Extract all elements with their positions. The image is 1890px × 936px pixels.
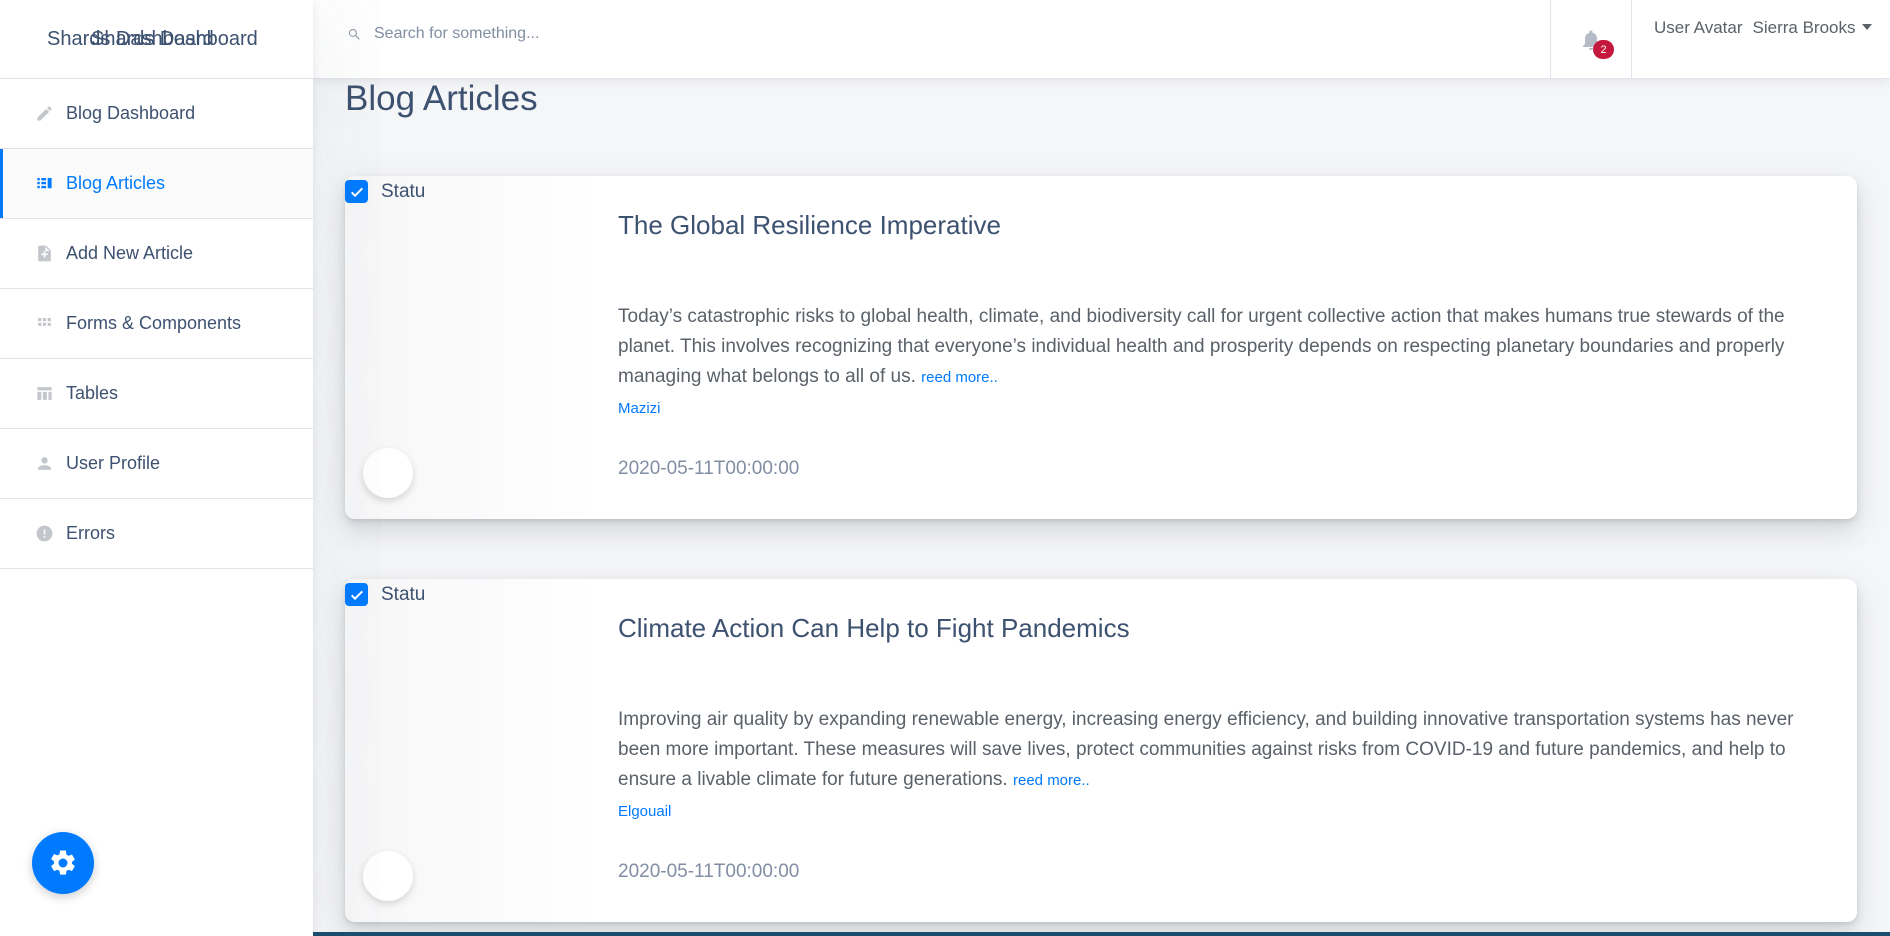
check-icon <box>350 187 363 197</box>
status-checkbox[interactable]: Statu <box>345 583 425 606</box>
note-add-icon <box>34 244 54 264</box>
sidebar-item-forms-components[interactable]: Forms & Components <box>0 289 313 359</box>
read-more-link[interactable]: reed more.. <box>921 369 998 386</box>
grid-icon <box>34 314 54 334</box>
status-label: Statu <box>381 180 426 202</box>
settings-button[interactable] <box>32 832 94 894</box>
sidebar-item-label: Add New Article <box>66 243 194 263</box>
article-excerpt: Today’s catastrophic risks to global hea… <box>618 302 1827 393</box>
person-icon <box>34 454 54 474</box>
article-excerpt-text: Today’s catastrophic risks to global hea… <box>618 306 1785 387</box>
chevron-down-icon <box>1861 24 1872 30</box>
article-excerpt-text: Improving air quality by expanding renew… <box>618 709 1794 790</box>
check-icon <box>350 590 363 600</box>
article-date: 2020-05-11T00:00:00 <box>618 861 800 882</box>
article-title[interactable]: Climate Action Can Help to Fight Pandemi… <box>618 613 1130 644</box>
sidebar: Shards Dashboard Shards Dashboard Blog D… <box>0 0 313 936</box>
top-navbar: 2 User Avatar Sierra Brooks <box>313 0 1890 79</box>
sidebar-item-label: Forms & Components <box>66 313 242 333</box>
articles-icon <box>34 174 54 194</box>
sidebar-item-errors[interactable]: Errors <box>0 499 313 569</box>
status-label: Statu <box>381 583 426 605</box>
article-author[interactable]: Elgouail <box>618 803 671 820</box>
article-date: 2020-05-11T00:00:00 <box>618 458 800 479</box>
sidebar-item-label: Tables <box>66 383 119 403</box>
sidebar-item-label: Blog Dashboard <box>66 103 196 123</box>
user-menu[interactable]: User Avatar Sierra Brooks <box>1654 18 1872 38</box>
notifications-button[interactable]: 2 <box>1550 0 1632 79</box>
sidebar-item-tables[interactable]: Tables <box>0 359 313 429</box>
sidebar-item-add-new-article[interactable]: Add New Article <box>0 219 313 289</box>
article-excerpt: Improving air quality by expanding renew… <box>618 705 1827 796</box>
checkbox[interactable] <box>345 180 368 203</box>
edit-icon <box>34 104 54 124</box>
user-name: Sierra Brooks <box>1752 18 1856 37</box>
sidebar-item-blog-dashboard[interactable]: Blog Dashboard <box>0 79 313 149</box>
author-avatar[interactable] <box>363 851 413 901</box>
author-avatar[interactable] <box>363 448 413 498</box>
page-title: Blog Articles <box>345 79 538 118</box>
sidebar-nav: Blog Dashboard Blog Articles Add New Art… <box>0 79 313 569</box>
article-card: Statu The Global Resilience Imperative T… <box>345 176 1857 519</box>
search-input[interactable] <box>374 25 974 43</box>
gear-icon <box>51 850 75 875</box>
status-checkbox[interactable]: Statu <box>345 180 425 203</box>
search-bar <box>347 25 974 43</box>
article-title[interactable]: The Global Resilience Imperative <box>618 210 1001 241</box>
read-more-link[interactable]: reed more.. <box>1013 772 1090 789</box>
sidebar-item-label: Errors <box>66 523 115 543</box>
sidebar-item-label: User Profile <box>66 453 161 473</box>
article-author[interactable]: Mazizi <box>618 400 661 417</box>
checkbox[interactable] <box>345 583 368 606</box>
notification-badge: 2 <box>1593 40 1614 59</box>
table-icon <box>34 384 54 404</box>
avatar: User Avatar <box>1654 18 1743 37</box>
article-card: Statu Climate Action Can Help to Fight P… <box>345 579 1857 922</box>
search-icon <box>348 28 360 40</box>
error-icon <box>34 524 54 544</box>
brand-title-overlay: Shards Dashboard <box>91 28 258 50</box>
sidebar-item-user-profile[interactable]: User Profile <box>0 429 313 499</box>
sidebar-item-label: Blog Articles <box>66 173 166 193</box>
brand[interactable]: Shards Dashboard Shards Dashboard <box>0 0 313 79</box>
sidebar-item-blog-articles[interactable]: Blog Articles <box>0 149 313 219</box>
